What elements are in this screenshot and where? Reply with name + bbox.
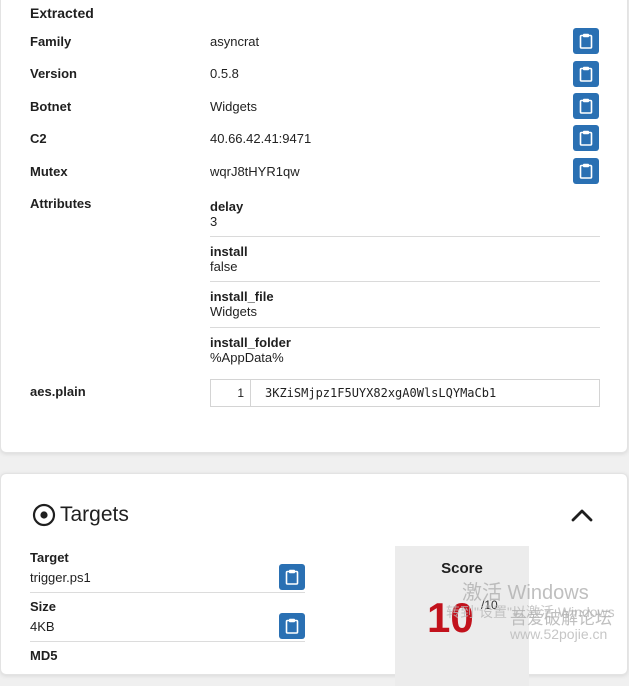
aes-plain-value: 3KZiSMjpz1F5UYX82xgA0WlsLQYMaCb1 [265,386,497,400]
attribute-key: install [210,244,248,259]
copy-button-botnet[interactable] [573,93,599,119]
attribute-value: Widgets [210,304,257,319]
label-md5: MD5 [30,648,58,663]
attribute-value: 3 [210,214,218,229]
clipboard-icon [579,130,593,146]
attribute-install: install false [210,244,600,274]
value-mutex: wqrJ8tHYR1qw [210,164,300,179]
attribute-install-file: install_file Widgets [210,289,600,319]
label-aes-plain: aes.plain [30,384,86,399]
divider [210,236,600,237]
line-number: 1 [211,380,251,406]
copy-button-family[interactable] [573,28,599,54]
clipboard-icon [579,163,593,179]
targets-panel: Targets Target trigger.ps1 Size 4KB MD5 … [0,473,628,686]
attribute-value: false [210,259,238,274]
value-c2: 40.66.42.41:9471 [210,131,312,146]
label-family: Family [30,34,72,49]
attribute-key: delay [210,199,244,214]
windows-activation-watermark: 激活 Windows [462,582,589,604]
label-target: Target [30,550,69,565]
forum-url-watermark: www.52pojie.cn [510,626,608,642]
value-family: asyncrat [210,34,260,49]
attribute-value: %AppData% [210,350,284,365]
copy-button-size[interactable] [279,613,305,639]
attribute-install-folder: install_folder %AppData% [210,335,600,365]
chevron-up-icon[interactable] [571,508,593,522]
clipboard-icon [579,98,593,114]
label-mutex: Mutex [30,164,68,179]
value-size: 4KB [30,619,55,634]
section-title-extracted: Extracted [30,5,94,21]
section-title-targets: Targets [32,503,129,527]
label-size: Size [30,599,57,614]
label-botnet: Botnet [30,99,72,114]
divider [30,641,305,642]
divider [30,592,305,593]
attribute-key: install_folder [210,335,291,350]
clipboard-icon [579,66,593,82]
score-label: Score [441,560,483,577]
extracted-panel: Extracted Family asyncrat Version 0.5.8 … [0,0,628,453]
attribute-delay: delay 3 [210,199,600,229]
target-icon [32,503,56,527]
copy-button-mutex[interactable] [573,158,599,184]
value-target: trigger.ps1 [30,570,91,585]
targets-title-text: Targets [60,503,129,526]
clipboard-icon [285,618,299,634]
copy-button-c2[interactable] [573,125,599,151]
label-c2: C2 [30,131,47,146]
label-version: Version [30,66,77,81]
divider [210,281,600,282]
attribute-key: install_file [210,289,274,304]
copy-button-target[interactable] [279,564,305,590]
label-attributes: Attributes [30,196,92,211]
clipboard-icon [285,569,299,585]
aes-code-block[interactable]: 1 3KZiSMjpz1F5UYX82xgA0WlsLQYMaCb1 [210,379,600,407]
clipboard-icon [579,33,593,49]
value-version: 0.5.8 [210,66,239,81]
value-botnet: Widgets [210,99,257,114]
divider [210,327,600,328]
copy-button-version[interactable] [573,61,599,87]
